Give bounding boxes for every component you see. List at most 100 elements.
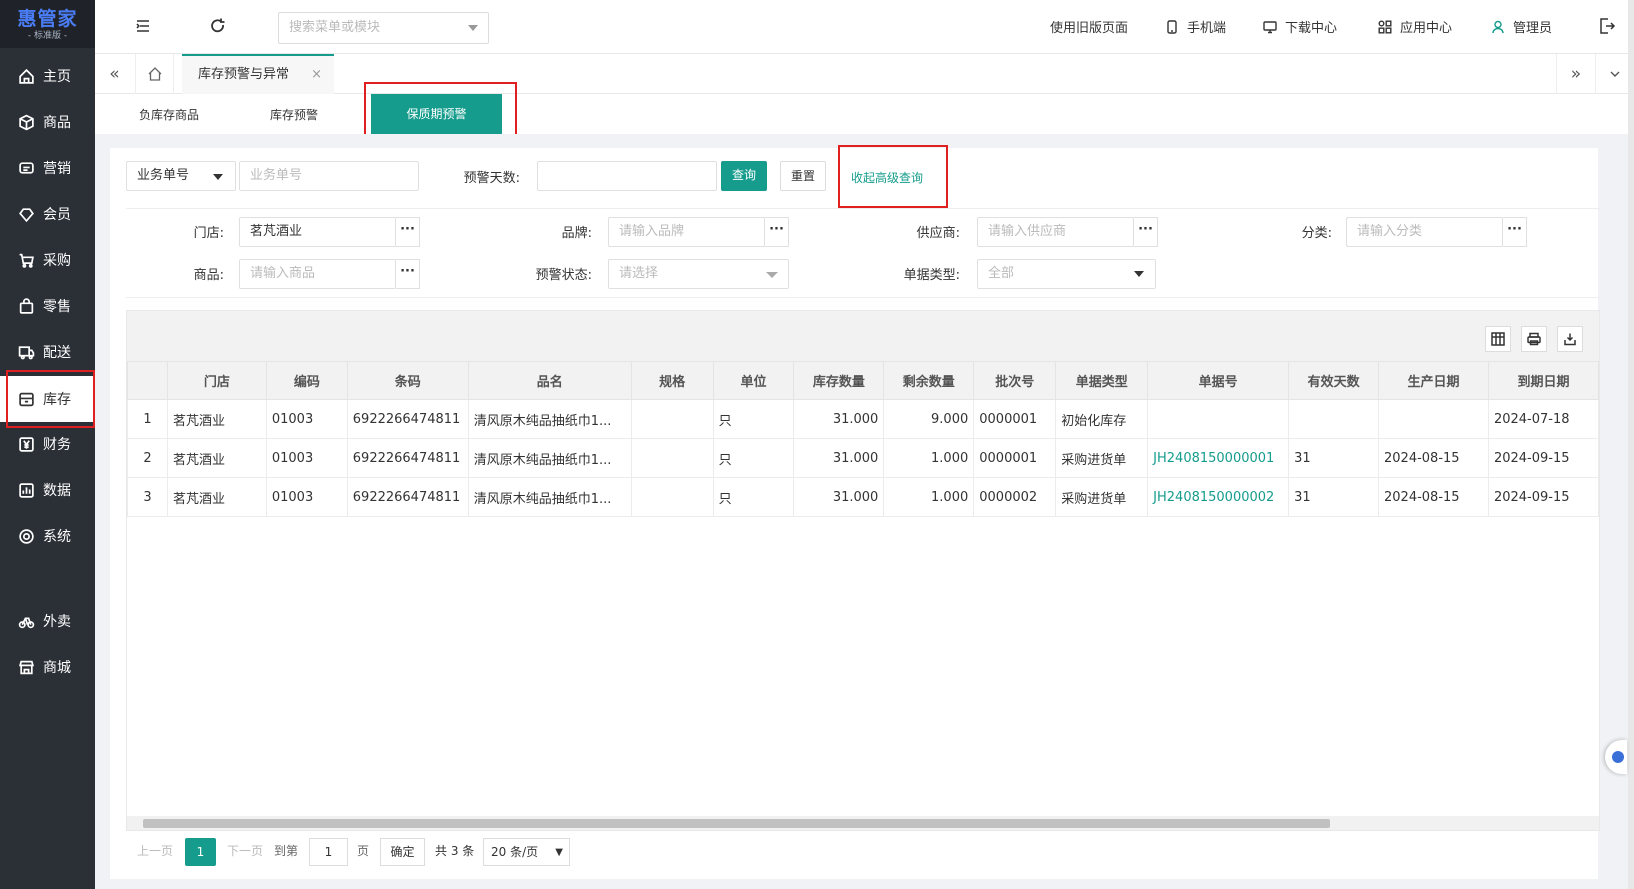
product-input[interactable]: 请输入商品 xyxy=(239,259,396,289)
cell-batch-no: 0000001 xyxy=(973,399,1057,439)
sidebar-item-marketing[interactable]: 营销 xyxy=(0,145,95,191)
sidebar-item-retail[interactable]: 零售 xyxy=(0,283,95,329)
brand-picker-button[interactable]: ··· xyxy=(765,217,789,247)
column-header[interactable]: 门店 xyxy=(166,361,267,400)
category-picker-button[interactable]: ··· xyxy=(1503,217,1527,247)
page-number-input[interactable]: 1 xyxy=(309,838,348,866)
tab-stock-alert[interactable]: 库存预警 xyxy=(270,106,318,123)
cell-bill-no[interactable]: JH2408150000002 xyxy=(1147,477,1290,517)
category-label: 分类: xyxy=(1301,226,1332,241)
sidebar-item-delivery[interactable]: 配送 xyxy=(0,329,95,375)
sidebar-item-data[interactable]: 数据 xyxy=(0,467,95,513)
product-picker-button[interactable]: ··· xyxy=(396,259,420,289)
sidebar-item-products[interactable]: 商品 xyxy=(0,99,95,145)
cell-stock-qty: 31.000 xyxy=(793,438,885,478)
sidebar-item-system[interactable]: 系统 xyxy=(0,513,95,559)
column-header[interactable]: 库存数量 xyxy=(793,361,885,400)
column-header[interactable]: 到期日期 xyxy=(1487,361,1600,400)
cell-bill-no[interactable] xyxy=(1147,399,1290,439)
sidebar-item-purchase[interactable]: 采购 xyxy=(0,237,95,283)
cell-store: 茗芃酒业 xyxy=(166,399,267,439)
sidebar-item-label: 系统 xyxy=(43,529,71,545)
brand-input[interactable]: 请输入品牌 xyxy=(608,217,765,247)
page-size-select[interactable]: 20 条/页 ▼ xyxy=(483,838,570,866)
sidebar-item-members[interactable]: 会员 xyxy=(0,191,95,237)
download-center-label: 下载中心 xyxy=(1285,21,1338,36)
category-placeholder: 请输入分类 xyxy=(1357,224,1423,239)
column-header[interactable]: 批次号 xyxy=(973,361,1057,400)
export-icon[interactable] xyxy=(1557,326,1583,352)
sidebar-item-takeout[interactable]: 外卖 xyxy=(0,598,95,644)
column-header[interactable]: 单位 xyxy=(712,361,795,400)
download-center-link[interactable]: 下载中心 xyxy=(1263,17,1337,36)
refresh-icon[interactable] xyxy=(208,16,228,36)
cell-store: 茗芃酒业 xyxy=(166,438,267,478)
category-input[interactable]: 请输入分类 xyxy=(1346,217,1503,247)
user-menu[interactable]: 管理员 xyxy=(1491,17,1552,36)
tab-inventory-alert[interactable]: 库存预警与异常 × xyxy=(182,54,334,94)
tab-negative-stock[interactable]: 负库存商品 xyxy=(139,106,199,123)
chevron-down-icon xyxy=(468,25,478,31)
query-button[interactable]: 查询 xyxy=(721,161,767,191)
column-settings-icon[interactable] xyxy=(1485,326,1511,352)
store-picker-button[interactable]: ··· xyxy=(396,217,420,247)
close-icon[interactable]: × xyxy=(311,56,322,94)
page-confirm-button[interactable]: 确定 xyxy=(380,838,425,866)
store-input[interactable]: 茗芃酒业 xyxy=(239,217,396,247)
sidebar-item-mall[interactable]: 商城 xyxy=(0,644,95,690)
doc-number-input[interactable]: 业务单号 xyxy=(239,161,419,191)
old-version-label: 使用旧版页面 xyxy=(1050,21,1129,36)
column-header[interactable]: 单据号 xyxy=(1147,361,1290,400)
column-header[interactable]: 编码 xyxy=(265,361,348,400)
app-logo[interactable]: 惠管家 - 标准版 - xyxy=(0,0,95,48)
next-page-button[interactable]: 下一页 xyxy=(227,842,263,859)
menu-search-input[interactable]: 搜索菜单或模块 xyxy=(278,12,489,44)
page-size-value: 20 条/页 xyxy=(491,845,539,859)
cell-stock-qty: 31.000 xyxy=(793,477,885,517)
collapse-menu-icon[interactable] xyxy=(133,16,153,36)
column-header[interactable]: 条码 xyxy=(346,361,469,400)
horizontal-scrollbar[interactable] xyxy=(127,816,1599,830)
column-header[interactable]: 品名 xyxy=(467,361,632,400)
table-row[interactable]: 1 茗芃酒业 01003 6922266474811 清风原木纯品抽纸巾1...… xyxy=(127,399,1600,439)
table-row[interactable]: 3 茗芃酒业 01003 6922266474811 清风原木纯品抽纸巾1...… xyxy=(127,477,1600,517)
app-center-link[interactable]: 应用中心 xyxy=(1378,17,1452,36)
alert-status-placeholder: 请选择 xyxy=(619,266,659,281)
alert-days-input[interactable] xyxy=(537,161,717,191)
old-version-link[interactable]: 使用旧版页面 xyxy=(1050,17,1128,36)
page-scrollbar[interactable] xyxy=(1628,0,1634,889)
bill-type-select[interactable]: 全部 xyxy=(977,259,1156,289)
bike-icon xyxy=(18,613,35,630)
cell-store: 茗芃酒业 xyxy=(166,477,267,517)
column-header[interactable]: 规格 xyxy=(630,361,714,400)
chart-icon xyxy=(18,482,35,499)
sidebar-item-label: 配送 xyxy=(43,345,71,361)
scrollbar-thumb[interactable] xyxy=(143,819,1330,828)
cell-spec xyxy=(630,438,714,478)
prev-page-button[interactable]: 上一页 xyxy=(137,842,173,859)
column-header[interactable]: 生产日期 xyxy=(1378,361,1489,400)
print-icon[interactable] xyxy=(1521,326,1547,352)
page-1-button[interactable]: 1 xyxy=(185,838,216,866)
cell-bill-no[interactable]: JH2408150000001 xyxy=(1147,438,1290,478)
user-name: 管理员 xyxy=(1513,21,1553,36)
chevron-down-icon xyxy=(213,174,223,180)
home-tab-icon[interactable] xyxy=(135,54,174,94)
cell-product-name: 清风原木纯品抽纸巾1... xyxy=(467,438,632,478)
results-table: 门店 编码 条码 品名 规格 单位 库存数量 剩余数量 批次号 单据类型 单据号… xyxy=(127,361,1600,517)
column-header[interactable]: 单据类型 xyxy=(1055,361,1149,400)
column-header[interactable]: 有效天数 xyxy=(1288,361,1379,400)
column-header[interactable]: 剩余数量 xyxy=(883,361,975,400)
reset-button[interactable]: 重置 xyxy=(780,161,826,191)
table-row[interactable]: 2 茗芃酒业 01003 6922266474811 清风原木纯品抽纸巾1...… xyxy=(127,438,1600,478)
mobile-link[interactable]: 手机端 xyxy=(1165,17,1226,36)
alert-status-select[interactable]: 请选择 xyxy=(608,259,789,289)
supplier-picker-button[interactable]: ··· xyxy=(1134,217,1158,247)
sidebar-item-home[interactable]: 主页 xyxy=(0,53,95,99)
scroll-tabs-right-icon[interactable]: » xyxy=(1556,54,1595,94)
expiry-tab-highlight-box xyxy=(364,82,517,142)
logout-icon[interactable] xyxy=(1597,16,1617,36)
scroll-tabs-left-icon[interactable]: « xyxy=(95,54,134,94)
user-icon xyxy=(1491,20,1505,34)
supplier-input[interactable]: 请输入供应商 xyxy=(977,217,1134,247)
